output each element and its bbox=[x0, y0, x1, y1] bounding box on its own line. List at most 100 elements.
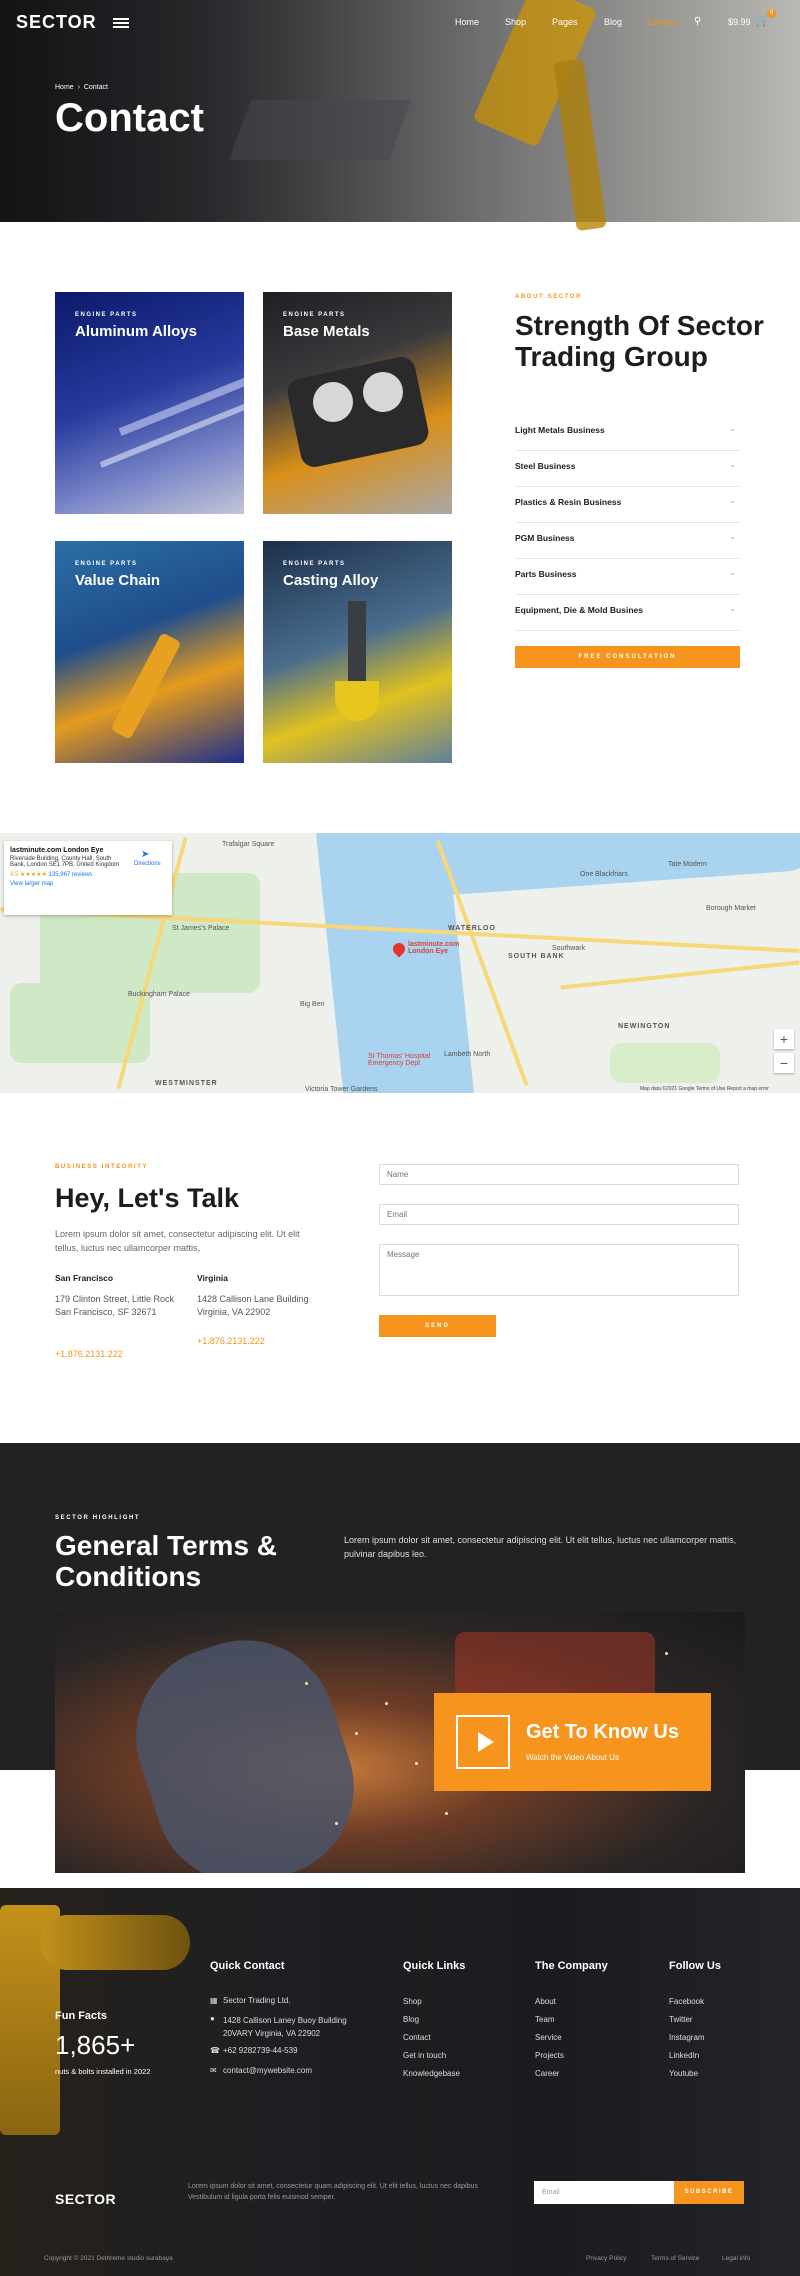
accordion-label: Parts Business bbox=[515, 569, 577, 579]
send-button[interactable]: SEND bbox=[379, 1315, 496, 1337]
map-embed[interactable]: Trafalgar Square St James's Palace Bucki… bbox=[0, 833, 800, 1093]
zoom-in-button[interactable]: + bbox=[774, 1029, 794, 1049]
card-eyebrow: ENGINE PARTS bbox=[283, 561, 346, 567]
video-title: Get To Know Us bbox=[526, 1721, 679, 1743]
card-image-detail bbox=[335, 681, 379, 721]
terms-title: General Terms & Conditions bbox=[55, 1530, 278, 1592]
page-title: Contact bbox=[55, 96, 204, 140]
footer-link-get-in-touch[interactable]: Get in touch bbox=[403, 2051, 446, 2060]
email-field[interactable] bbox=[379, 1204, 739, 1225]
map-reviews-link[interactable]: 135,967 reviews bbox=[49, 872, 93, 878]
accordion-label: Steel Business bbox=[515, 461, 576, 471]
map-label: Tate Modern bbox=[668, 861, 707, 868]
video-image-detail bbox=[112, 1616, 378, 1873]
map-river bbox=[418, 833, 800, 897]
subscribe-email-input[interactable]: Email bbox=[534, 2181, 674, 2204]
map-rating: 4.5 ★★★★★ bbox=[10, 872, 47, 878]
footer-link-knowledgebase[interactable]: Knowledgebase bbox=[403, 2069, 460, 2078]
terms-of-service-link[interactable]: Terms of Service bbox=[651, 2255, 699, 2262]
nav-shop[interactable]: Shop bbox=[505, 17, 526, 27]
nav-contact[interactable]: Contact bbox=[647, 17, 678, 27]
social-link-instagram[interactable]: Instagram bbox=[669, 2033, 705, 2042]
footer-link-projects[interactable]: Projects bbox=[535, 2051, 564, 2060]
map-label: Southwark bbox=[552, 945, 586, 952]
card-value-chain[interactable]: ENGINE PARTS Value Chain bbox=[55, 541, 244, 763]
accordion-label: PGM Business bbox=[515, 533, 575, 543]
terms-eyebrow: SECTOR HIGHLIGHT bbox=[55, 1515, 141, 1521]
footer-link-blog[interactable]: Blog bbox=[403, 2015, 419, 2024]
cart-total[interactable]: $9.99 bbox=[728, 17, 751, 27]
map-label: Trafalgar Square bbox=[222, 841, 275, 848]
map-label: Lambeth North bbox=[444, 1051, 491, 1058]
office-phone-link[interactable]: +1.876.2131.222 bbox=[197, 1336, 265, 1346]
name-field[interactable] bbox=[379, 1164, 739, 1185]
footer-link-service[interactable]: Service bbox=[535, 2033, 562, 2042]
footer-logo[interactable]: SECTOR bbox=[55, 2191, 116, 2207]
accordion-item[interactable]: PGM Business ⌄ bbox=[515, 523, 740, 559]
copyright: Copyright © 2021 Dethreme studio surabay… bbox=[44, 2255, 173, 2262]
contact-email-link[interactable]: contact@mywebsite.com bbox=[223, 2066, 312, 2075]
accordion-item[interactable]: Equipment, Die & Mold Busines ⌄ bbox=[515, 595, 740, 631]
quick-contact-title: Quick Contact bbox=[210, 1960, 285, 1972]
footer-link-about[interactable]: About bbox=[535, 1997, 556, 2006]
card-title: Aluminum Alloys bbox=[75, 323, 197, 340]
search-icon[interactable]: ⚲ bbox=[694, 16, 701, 27]
map-label: WATERLOO bbox=[448, 925, 496, 932]
chevron-down-icon: ⌄ bbox=[729, 604, 736, 613]
map-label: Big Ben bbox=[300, 1001, 325, 1008]
video-image-detail bbox=[335, 1822, 338, 1825]
map-label: St James's Palace bbox=[172, 925, 230, 932]
contact-phone-link[interactable]: +62 9282739-44-539 bbox=[223, 2046, 298, 2055]
video-image-detail bbox=[355, 1732, 358, 1735]
zoom-out-button[interactable]: − bbox=[774, 1053, 794, 1073]
card-eyebrow: ENGINE PARTS bbox=[75, 561, 138, 567]
footer-link-career[interactable]: Career bbox=[535, 2069, 559, 2078]
message-field[interactable] bbox=[379, 1244, 739, 1296]
accordion-item[interactable]: Plastics & Resin Business ⌄ bbox=[515, 487, 740, 523]
contact-title: Hey, Let's Talk bbox=[55, 1183, 239, 1213]
menu-icon[interactable] bbox=[113, 18, 129, 28]
card-aluminum-alloys[interactable]: ENGINE PARTS Aluminum Alloys bbox=[55, 292, 244, 514]
office-phone-link[interactable]: +1.876.2131.222 bbox=[55, 1349, 123, 1359]
nav-home[interactable]: Home bbox=[455, 17, 479, 27]
video-cta-box[interactable]: Get To Know Us Watch the Video About Us bbox=[434, 1693, 711, 1791]
email-icon: ✉ bbox=[210, 2066, 217, 2075]
footer-link-team[interactable]: Team bbox=[535, 2015, 555, 2024]
video-subtitle: Watch the Video About Us bbox=[526, 1753, 619, 1762]
nav-pages[interactable]: Pages bbox=[552, 17, 578, 27]
accordion-item[interactable]: Steel Business ⌄ bbox=[515, 451, 740, 487]
view-larger-map-link[interactable]: View larger map bbox=[10, 881, 166, 887]
legal-info-link[interactable]: Legal info bbox=[722, 2255, 750, 2262]
directions-icon[interactable]: ➤ bbox=[141, 849, 149, 860]
card-image-detail bbox=[363, 372, 403, 412]
social-link-youtube[interactable]: Youtube bbox=[669, 2069, 698, 2078]
fun-facts-number: 1,865+ bbox=[55, 2030, 136, 2060]
nav-blog[interactable]: Blog bbox=[604, 17, 622, 27]
footer-robot-image bbox=[40, 1915, 190, 1970]
fun-facts-title: Fun Facts bbox=[55, 2010, 107, 2022]
play-icon[interactable] bbox=[456, 1715, 510, 1769]
breadcrumb: Home › Contact bbox=[55, 84, 108, 91]
breadcrumb-home[interactable]: Home bbox=[55, 84, 74, 91]
social-link-facebook[interactable]: Facebook bbox=[669, 1997, 704, 2006]
social-link-linkedin[interactable]: LinkedIn bbox=[669, 2051, 699, 2060]
site-logo[interactable]: SECTOR bbox=[16, 12, 97, 33]
video-image-detail bbox=[445, 1812, 448, 1815]
accordion-item[interactable]: Light Metals Business ⌄ bbox=[515, 415, 740, 451]
office-address: 1428 Callison Lane Building Virginia, VA… bbox=[197, 1294, 309, 1317]
subscribe-button[interactable]: SUBSCRIBE bbox=[674, 2181, 744, 2204]
office-address: 179 Clinton Street, Little Rock San Fran… bbox=[55, 1294, 175, 1317]
footer-link-shop[interactable]: Shop bbox=[403, 1997, 422, 2006]
privacy-policy-link[interactable]: Privacy Policy bbox=[586, 2255, 626, 2262]
card-casting-alloy[interactable]: ENGINE PARTS Casting Alloy bbox=[263, 541, 452, 763]
footer-link-contact[interactable]: Contact bbox=[403, 2033, 431, 2042]
free-consultation-button[interactable]: FREE CONSULTATION bbox=[515, 646, 740, 668]
social-link-twitter[interactable]: Twitter bbox=[669, 2015, 693, 2024]
location-icon: ● bbox=[210, 2014, 215, 2023]
chevron-down-icon: ⌄ bbox=[729, 496, 736, 505]
map-directions-link[interactable]: Directions bbox=[134, 861, 161, 867]
card-base-metals[interactable]: ENGINE PARTS Base Metals bbox=[263, 292, 452, 514]
map-pin-label: lastminute.com London Eye bbox=[408, 941, 460, 955]
company-title: The Company bbox=[535, 1960, 608, 1972]
accordion-item[interactable]: Parts Business ⌄ bbox=[515, 559, 740, 595]
